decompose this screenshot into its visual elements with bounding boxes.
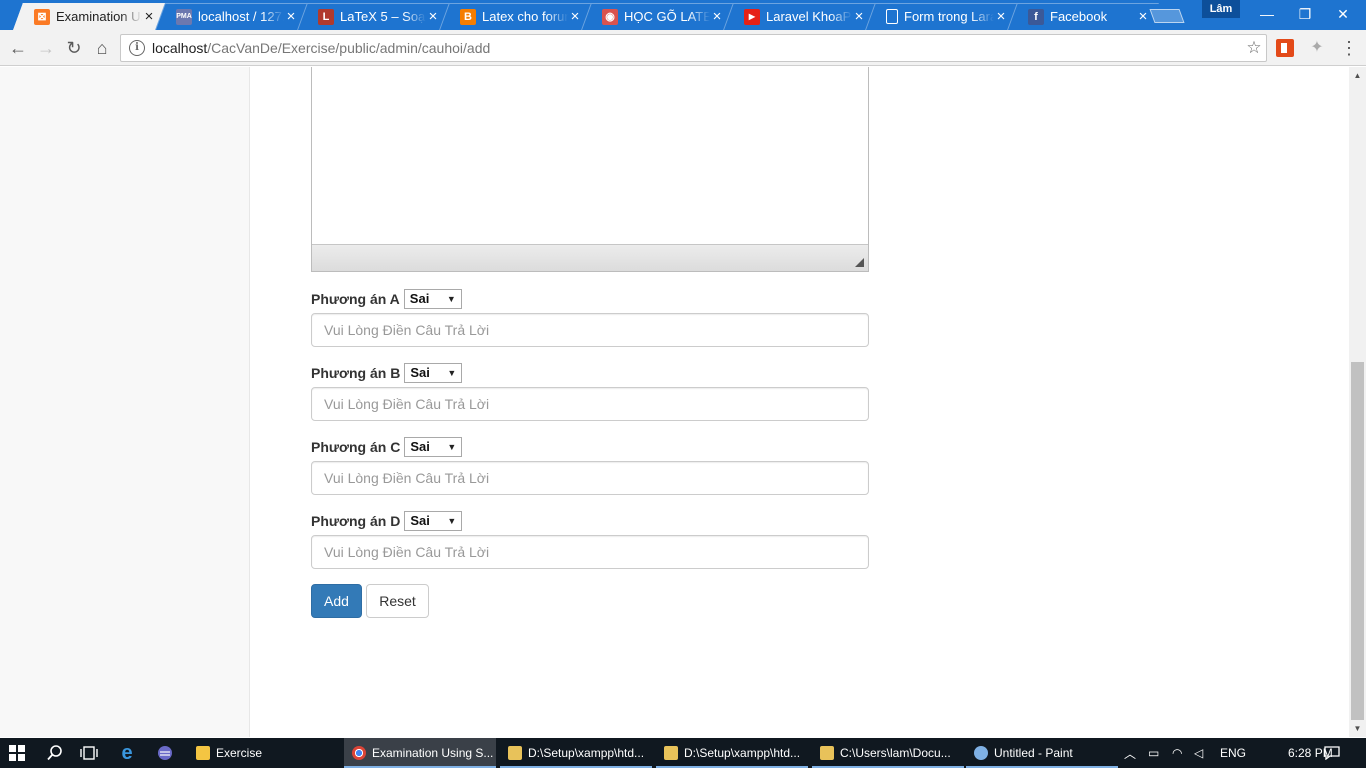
close-window-icon[interactable]: ✕ xyxy=(1320,0,1366,28)
option-d-label: Phương án D xyxy=(311,513,401,529)
taskbar-app-paint[interactable]: Untitled - Paint xyxy=(966,738,1118,768)
option-d-label-row: Phương án D Sai ▼ xyxy=(311,511,463,531)
tab-facebook[interactable]: f Facebook × xyxy=(1008,3,1158,30)
close-tab-icon[interactable]: × xyxy=(852,9,866,24)
editor-icon xyxy=(820,746,834,760)
close-tab-icon[interactable]: × xyxy=(142,9,156,24)
profile-button[interactable]: Lâm xyxy=(1202,0,1240,18)
taskbar-app-editor-1[interactable]: D:\Setup\xampp\htd... xyxy=(500,738,652,768)
site-info-icon[interactable]: i xyxy=(129,40,145,56)
task-view-icon[interactable] xyxy=(72,738,106,768)
option-d-input[interactable] xyxy=(311,535,869,569)
tab-phpmyadmin[interactable]: PMA localhost / 127.0.0.1 × xyxy=(156,3,306,30)
close-tab-icon[interactable]: × xyxy=(710,9,724,24)
tab-hoc-go-latex[interactable]: ◉ HỌC GÕ LATEX × xyxy=(582,3,732,30)
option-a-select[interactable]: Sai ▼ xyxy=(403,289,462,309)
extension-icon[interactable]: ✦ xyxy=(1308,39,1326,57)
option-b-input[interactable] xyxy=(311,387,869,421)
tab-latex5[interactable]: L LaTeX 5 – Soạn thảo × xyxy=(298,3,448,30)
language-indicator[interactable]: ENG xyxy=(1220,738,1246,768)
notification-icon[interactable] xyxy=(1324,738,1342,768)
address-bar[interactable]: i localhost/CacVanDe/Exercise/public/adm… xyxy=(120,34,1267,62)
phpmyadmin-icon: PMA xyxy=(176,8,192,25)
bookmark-star-icon[interactable]: ☆ xyxy=(1242,38,1266,58)
taskbar-app-editor-2[interactable]: D:\Setup\xampp\htd... xyxy=(656,738,808,768)
url-text[interactable]: localhost/CacVanDe/Exercise/public/admin… xyxy=(152,40,1242,56)
close-tab-icon[interactable]: × xyxy=(994,9,1008,24)
tab-laravel-khoapham[interactable]: ▶ Laravel KhoaPham × xyxy=(724,3,874,30)
folder-icon xyxy=(196,746,210,760)
dropdown-arrow-icon: ▼ xyxy=(446,294,456,304)
editor-icon xyxy=(664,746,678,760)
youtube-icon: ▶ xyxy=(744,8,760,25)
option-a-label-row: Phương án A Sai ▼ xyxy=(311,289,462,309)
close-tab-icon[interactable]: × xyxy=(284,9,298,24)
dropdown-arrow-icon: ▼ xyxy=(447,516,457,526)
option-b-label-row: Phương án B Sai ▼ xyxy=(311,363,463,383)
page-viewport: Phương án A Sai▼ Phương án B Sai▼ Phương… xyxy=(0,67,1349,737)
option-b-label: Phương án B xyxy=(311,365,401,381)
scroll-thumb[interactable] xyxy=(1351,362,1364,720)
reload-icon[interactable]: ↻ xyxy=(62,36,86,60)
dropdown-arrow-icon: ▼ xyxy=(447,442,457,452)
office-extension-icon[interactable] xyxy=(1276,39,1294,57)
forward-arrow-icon[interactable]: → xyxy=(34,36,58,60)
option-b-select[interactable]: Sai ▼ xyxy=(404,363,463,383)
xampp-icon: ⊠ xyxy=(34,8,50,25)
taskbar-app-chrome[interactable]: Examination Using S... xyxy=(344,738,496,768)
tab-examination[interactable]: ⊠ Examination Using × xyxy=(14,3,164,30)
scroll-down-arrow-icon[interactable]: ▼ xyxy=(1349,720,1366,737)
scroll-up-arrow-icon[interactable]: ▲ xyxy=(1349,67,1366,84)
close-tab-icon[interactable]: × xyxy=(1136,9,1150,24)
new-tab-button[interactable] xyxy=(1149,9,1185,23)
option-a-label: Phương án A xyxy=(311,291,400,307)
browser-toolbar: ← → ↻ ⌂ i localhost/CacVanDe/Exercise/pu… xyxy=(0,30,1366,66)
option-c-label: Phương án C xyxy=(311,439,401,455)
power-icon[interactable]: ▭ xyxy=(1148,738,1166,768)
app-pinned-icon[interactable] xyxy=(148,738,182,768)
taskbar-app-editor-3[interactable]: C:\Users\lam\Docu... xyxy=(812,738,964,768)
paint-icon xyxy=(974,746,988,760)
option-a-input[interactable] xyxy=(311,313,869,347)
add-button[interactable]: Add xyxy=(311,584,362,618)
reset-button[interactable]: Reset xyxy=(366,584,429,618)
option-c-input[interactable] xyxy=(311,461,869,495)
blogger-icon: B xyxy=(460,8,476,25)
windows-start-icon[interactable] xyxy=(0,738,34,768)
back-arrow-icon[interactable]: ← xyxy=(6,36,30,60)
volume-icon[interactable]: ◁ xyxy=(1194,738,1212,768)
home-icon[interactable]: ⌂ xyxy=(90,36,114,60)
editor-icon xyxy=(508,746,522,760)
question-editor[interactable] xyxy=(311,67,869,272)
windows-taskbar: e Exercise Examination Using S... D:\Set… xyxy=(0,738,1366,768)
resize-grip-icon[interactable] xyxy=(855,258,864,267)
option-c-select[interactable]: Sai ▼ xyxy=(404,437,463,457)
edge-icon[interactable]: e xyxy=(110,738,144,768)
close-tab-icon[interactable]: × xyxy=(568,9,582,24)
option-c-label-row: Phương án C Sai ▼ xyxy=(311,437,463,457)
close-tab-icon[interactable]: × xyxy=(426,9,440,24)
document-icon xyxy=(886,9,898,24)
admin-sidebar xyxy=(0,67,250,737)
page-scrollbar[interactable]: ▲ ▼ xyxy=(1349,67,1366,737)
facebook-icon: f xyxy=(1028,8,1044,25)
browser-tabstrip: ⊠ Examination Using × PMA localhost / 12… xyxy=(0,0,1366,30)
option-d-select[interactable]: Sai ▼ xyxy=(404,511,463,531)
tab-form-laravel[interactable]: Form trong Laravel × xyxy=(866,3,1016,30)
show-hidden-icons-icon[interactable]: ︿ xyxy=(1124,738,1140,768)
taskbar-app-exercise[interactable]: Exercise xyxy=(188,738,336,768)
dropdown-arrow-icon: ▼ xyxy=(447,368,457,378)
chrome-icon xyxy=(352,746,366,760)
search-icon[interactable] xyxy=(38,738,72,768)
latex-icon: L xyxy=(318,8,334,25)
forum-icon: ◉ xyxy=(602,8,618,25)
chrome-menu-icon[interactable]: ⋮ xyxy=(1340,36,1358,60)
wifi-icon[interactable]: ◠ xyxy=(1172,738,1190,768)
tab-latex-forum[interactable]: B Latex cho forum × xyxy=(440,3,590,30)
editor-statusbar xyxy=(312,244,868,271)
